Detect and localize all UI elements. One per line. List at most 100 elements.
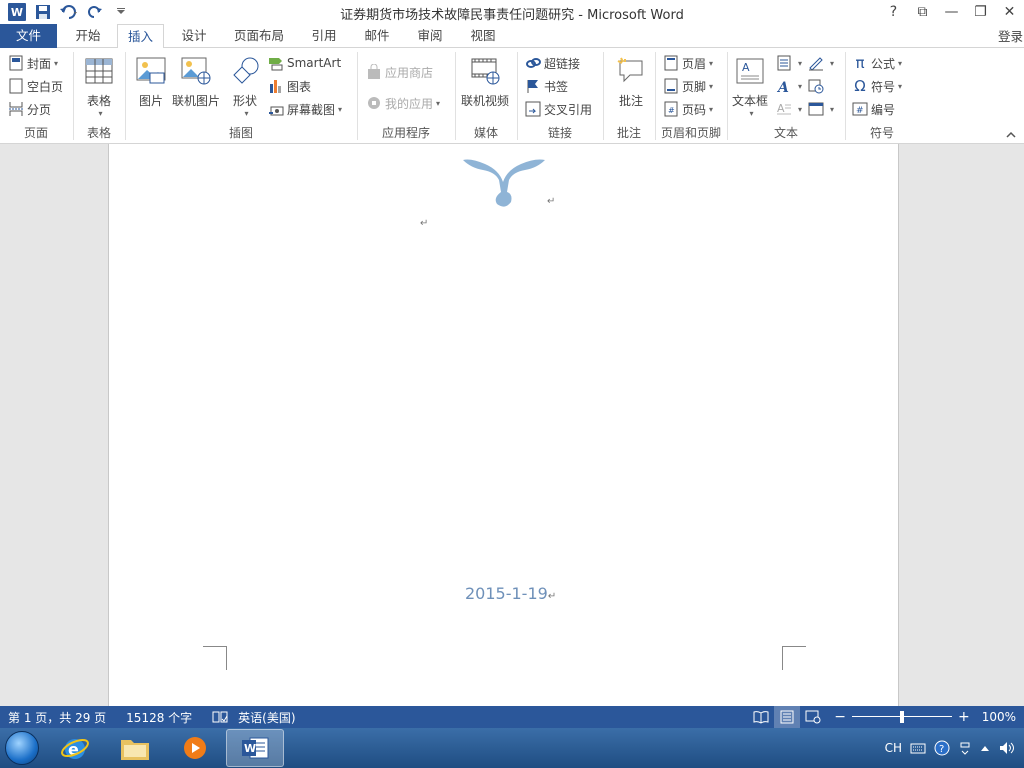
ribbon-tabs: 文件 开始 插入 设计 页面布局 引用 邮件 审阅 视图 登录 [0, 24, 1024, 49]
chart-button[interactable]: 图表 [268, 76, 311, 96]
chevron-down-icon: ▾ [798, 104, 803, 114]
signature-line-button[interactable]: ▾ [808, 53, 834, 73]
close-button[interactable]: ✕ [995, 0, 1024, 24]
date-time-button[interactable] [808, 76, 827, 96]
status-bar: 第 1 页，共 29 页 15128 个字 英语(美国) − + 100% [0, 706, 1024, 728]
taskbar-file-explorer[interactable] [106, 729, 164, 767]
tab-page-layout[interactable]: 页面布局 [226, 24, 292, 48]
zoom-out-button[interactable]: − [834, 709, 846, 725]
paragraph-mark: ↵ [547, 591, 557, 602]
tab-references[interactable]: 引用 [302, 24, 346, 48]
word-logo-icon: W [8, 3, 26, 21]
taskbar-media-player[interactable] [166, 729, 224, 767]
page-break-label: 分页 [27, 102, 52, 117]
minimize-button[interactable]: — [937, 0, 966, 24]
ribbon-insert: 封面 ▾ 空白页 分页 页面 表格 ▾ 表格 图片 联机图片 形状 ▾ Smar… [0, 48, 1024, 144]
group-label-pages: 页面 [23, 126, 48, 140]
screenshot-button[interactable]: 屏幕截图 ▾ [268, 99, 342, 119]
table-button[interactable]: 表格 ▾ [82, 54, 116, 118]
shapes-button[interactable]: 形状 ▾ [228, 54, 262, 118]
quick-parts-button[interactable]: ▾ [776, 53, 802, 73]
picture-button[interactable]: 图片 [134, 54, 168, 109]
textbox-button[interactable]: A 文本框 ▾ [732, 54, 768, 118]
taskbar-internet-explorer[interactable]: e [46, 729, 104, 767]
page-count-status[interactable]: 第 1 页，共 29 页 [8, 709, 106, 726]
zoom-in-button[interactable]: + [958, 709, 970, 725]
ime-settings-icon[interactable] [958, 740, 972, 756]
group-symbols: π 公式 ▾ Ω 符号 ▾ # 编号 符号 [846, 48, 918, 144]
quick-parts-icon [776, 55, 792, 71]
start-button[interactable] [0, 728, 44, 768]
restore-button[interactable]: ❐ [966, 0, 995, 24]
tab-file[interactable]: 文件 [0, 24, 57, 48]
page-break-button[interactable]: 分页 [8, 99, 51, 119]
document-date[interactable]: 2015-1-19↵ [465, 584, 556, 603]
page-number-button[interactable]: # 页码 ▾ [663, 99, 713, 119]
document-page[interactable]: ↵ ↵ 2015-1-19↵ [108, 144, 899, 706]
hyperlink-button[interactable]: 超链接 [525, 53, 580, 73]
save-button[interactable] [32, 1, 54, 23]
tab-design[interactable]: 设计 [172, 24, 216, 48]
word-app-icon[interactable]: W [6, 1, 28, 23]
drop-cap-button[interactable]: A ▾ [776, 99, 802, 119]
show-hidden-icons-button[interactable] [980, 744, 990, 752]
word-icon: W [242, 737, 269, 759]
svg-text:?: ? [939, 744, 944, 755]
tab-mailings[interactable]: 邮件 [355, 24, 399, 48]
my-apps-button[interactable]: 我的应用 ▾ [366, 93, 440, 113]
customize-qat-button[interactable] [110, 1, 132, 23]
store-button[interactable]: 应用商店 [366, 62, 433, 82]
read-mode-button[interactable] [748, 706, 774, 728]
number-label: 编号 [871, 102, 896, 117]
sign-in-link[interactable]: 登录 [998, 26, 1023, 45]
undo-button[interactable] [58, 1, 80, 23]
print-layout-button[interactable] [774, 706, 801, 728]
textbox-icon: A [733, 54, 767, 88]
store-icon [366, 64, 382, 80]
web-layout-button[interactable] [800, 706, 826, 728]
word-count-status[interactable]: 15128 个字 [126, 709, 192, 726]
cross-reference-button[interactable]: 交叉引用 [525, 99, 592, 119]
blank-page-icon [8, 78, 24, 94]
equation-label: 公式 [871, 56, 896, 71]
symbol-button[interactable]: Ω 符号 ▾ [852, 76, 902, 96]
my-apps-icon [366, 95, 382, 111]
blank-page-button[interactable]: 空白页 [8, 76, 63, 96]
chevron-down-icon: ▾ [709, 104, 714, 114]
svg-text:A: A [742, 61, 750, 74]
online-picture-button[interactable]: 联机图片 [172, 54, 220, 109]
zoom-thumb[interactable] [899, 711, 904, 723]
wordart-button[interactable]: A ▾ [776, 76, 802, 96]
equation-button[interactable]: π 公式 ▾ [852, 53, 902, 73]
redo-button[interactable] [84, 1, 106, 23]
ribbon-display-options-button[interactable]: ⧉ [908, 0, 937, 24]
keyboard-icon[interactable] [910, 742, 926, 754]
help-button[interactable]: ? [879, 0, 908, 24]
tab-view[interactable]: 视图 [461, 24, 505, 48]
header-button[interactable]: 页眉 ▾ [663, 53, 713, 73]
cover-page-button[interactable]: 封面 ▾ [8, 53, 58, 73]
zoom-level[interactable]: 100% [982, 710, 1016, 724]
input-language[interactable]: CH [885, 741, 902, 755]
document-area[interactable]: ↵ ↵ 2015-1-19↵ [0, 144, 1024, 706]
chevron-down-icon: ▾ [54, 58, 59, 68]
proofing-status[interactable] [212, 710, 228, 724]
collapse-ribbon-button[interactable] [1006, 128, 1016, 141]
help-circle-icon[interactable]: ? [934, 740, 950, 756]
tab-insert[interactable]: 插入 [117, 24, 164, 49]
volume-icon[interactable] [998, 740, 1016, 756]
footer-button[interactable]: 页脚 ▾ [663, 76, 713, 96]
bookmark-button[interactable]: 书签 [525, 76, 568, 96]
object-button[interactable]: ▾ [808, 99, 834, 119]
taskbar-word[interactable]: W [226, 729, 284, 767]
smartart-button[interactable]: SmartArt [268, 53, 341, 73]
online-video-button[interactable]: 联机视频 [461, 54, 509, 109]
tab-review[interactable]: 审阅 [408, 24, 452, 48]
tab-home[interactable]: 开始 [66, 24, 110, 48]
zoom-slider[interactable] [851, 706, 952, 728]
number-button[interactable]: # 编号 [852, 99, 895, 119]
print-layout-icon [780, 710, 794, 724]
status-right: − + 100% [748, 706, 1016, 728]
language-status[interactable]: 英语(美国) [238, 709, 295, 726]
new-comment-button[interactable]: 批注 [614, 54, 648, 109]
